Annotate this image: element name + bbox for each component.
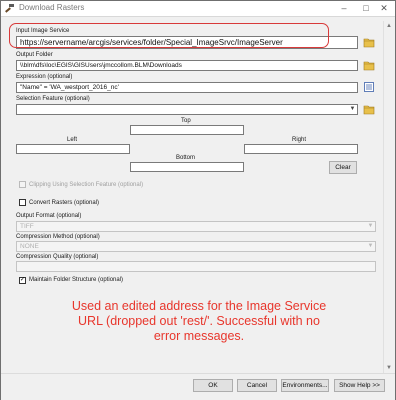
output-format-label: Output Format (optional) (16, 213, 82, 219)
extent-bottom-field[interactable] (130, 162, 244, 172)
scroll-down-icon[interactable]: ▼ (384, 363, 394, 373)
environments-button[interactable]: Environments... (281, 379, 329, 392)
button-bar: OK Cancel Environments... Show Help >> (1, 373, 395, 400)
chevron-down-icon[interactable]: ▼ (348, 105, 357, 114)
compression-method-label: Compression Method (optional) (16, 234, 100, 240)
browse-folder-icon[interactable] (363, 103, 375, 115)
convert-rasters-label: Convert Rasters (optional) (29, 200, 100, 206)
download-rasters-dialog: Download Rasters – □ ✕ ▲ ▼ Input Image S… (0, 0, 396, 400)
checkmark-icon: ✓ (20, 277, 26, 283)
clipping-label: Clipping Using Selection Feature (option… (29, 182, 144, 188)
extent-left-label: Left (67, 137, 78, 143)
annotation-line: error messages. (153, 329, 245, 343)
chevron-down-icon[interactable]: ▼ (366, 222, 375, 231)
output-folder-field[interactable]: \\blm\dfs\loc\EGIS\GISUsers\jmccollom.BL… (16, 60, 358, 71)
vertical-scrollbar[interactable]: ▲ ▼ (383, 21, 393, 373)
cancel-button[interactable]: Cancel (237, 379, 277, 392)
clipping-checkbox[interactable] (19, 181, 26, 188)
sql-builder-icon[interactable] (363, 81, 375, 93)
extent-right-label: Right (292, 137, 307, 143)
browse-folder-icon[interactable] (363, 59, 375, 71)
window-title: Download Rasters (19, 3, 85, 12)
output-format-value: TIFF (20, 223, 34, 230)
maintain-folder-label: Maintain Folder Structure (optional) (29, 277, 124, 283)
extent-right-field[interactable] (244, 144, 358, 154)
input-service-label: Input Image Service (16, 28, 70, 34)
maintain-folder-checkbox[interactable]: ✓ (19, 277, 26, 284)
extent-top-label: Top (181, 118, 191, 124)
selection-feature-dropdown[interactable]: ▼ (16, 104, 358, 115)
ok-button[interactable]: OK (193, 379, 233, 392)
minimize-icon[interactable]: – (333, 1, 355, 16)
compression-method-dropdown[interactable]: NONE ▼ (16, 241, 376, 252)
tool-hammer-icon (5, 4, 14, 13)
chevron-down-icon[interactable]: ▼ (366, 242, 375, 251)
clear-button[interactable]: Clear (329, 161, 357, 174)
expression-label: Expression (optional) (16, 74, 73, 80)
close-icon[interactable]: ✕ (373, 1, 395, 16)
extent-top-field[interactable] (130, 125, 244, 135)
compression-method-value: NONE (20, 243, 39, 250)
extent-bottom-label: Bottom (176, 155, 196, 161)
compression-quality-label: Compression Quality (optional) (16, 254, 99, 260)
selection-feature-label: Selection Feature (optional) (16, 96, 90, 102)
input-service-field[interactable]: https://servername/arcgis/services/folde… (16, 36, 358, 49)
annotation-text: Used an edited address for the Image Ser… (41, 299, 357, 344)
extent-left-field[interactable] (16, 144, 130, 154)
output-folder-label: Output Folder (16, 52, 53, 58)
output-format-dropdown[interactable]: TIFF ▼ (16, 221, 376, 232)
browse-folder-icon[interactable] (363, 36, 375, 48)
annotation-line: Used an edited address for the Image Ser… (71, 299, 327, 313)
scroll-up-icon[interactable]: ▲ (384, 21, 394, 31)
annotation-line: URL (dropped out 'rest/'. Successful wit… (78, 314, 320, 328)
convert-rasters-checkbox[interactable] (19, 199, 26, 206)
compression-quality-field[interactable] (16, 261, 376, 272)
show-help-button[interactable]: Show Help >> (334, 379, 385, 392)
expression-field[interactable]: "Name" = 'WA_westport_2016_nc' (16, 82, 358, 93)
title-bar: Download Rasters – □ ✕ (1, 1, 395, 17)
